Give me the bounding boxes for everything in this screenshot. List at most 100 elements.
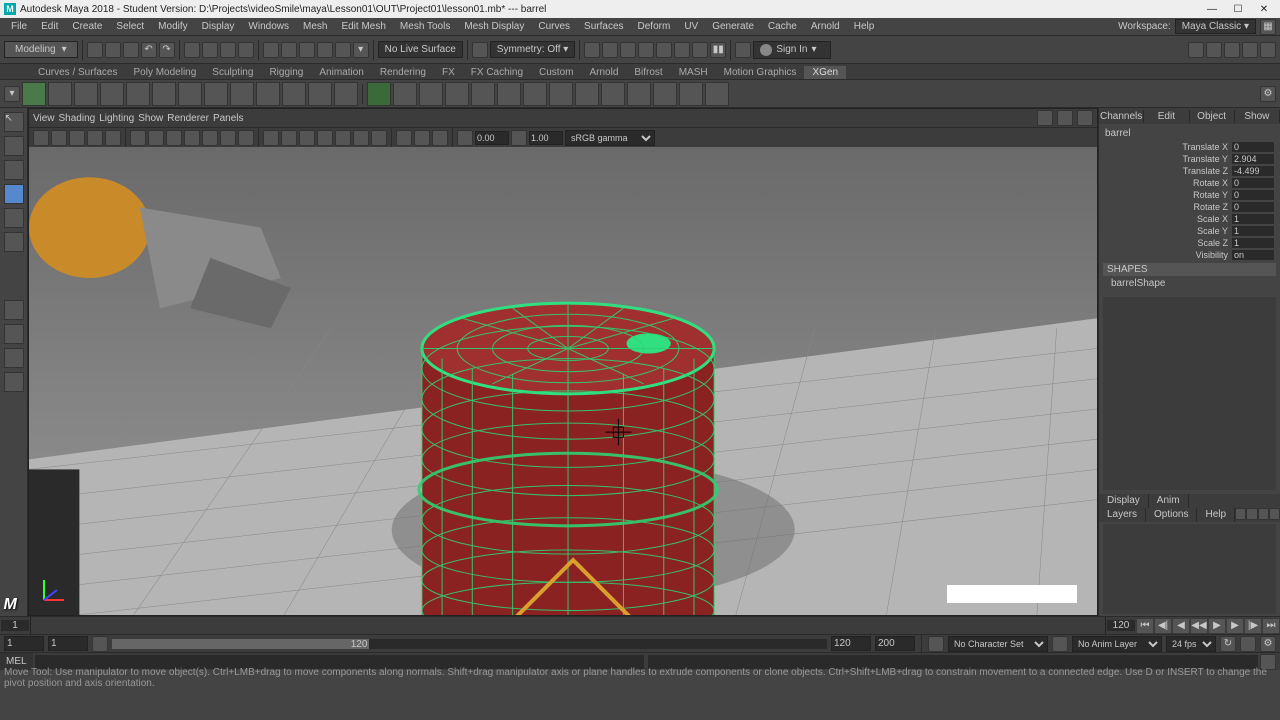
menu-meshtools[interactable]: Mesh Tools [393,19,457,34]
toolbox-toggle-icon[interactable] [1188,42,1204,58]
layout-two-icon[interactable] [4,348,24,368]
shelf-icon-21[interactable] [549,82,573,106]
timeline-start[interactable]: 1 [1,620,29,631]
layout-outliner-icon[interactable] [4,372,24,392]
shelf-icon-24[interactable] [627,82,651,106]
shelf-icon-8[interactable] [204,82,228,106]
ltab-help[interactable]: Help [1197,508,1235,522]
symmetry-selector[interactable]: Symmetry: Off ▾ [490,41,576,58]
minimize-button[interactable]: — [1200,2,1224,16]
tab-fxcaching[interactable]: FX Caching [463,66,531,79]
tool-settings-toggle-icon[interactable] [1260,42,1276,58]
ltab-anim[interactable]: Anim [1149,494,1189,508]
menu-windows[interactable]: Windows [241,19,296,34]
ltab-options[interactable]: Options [1146,508,1197,522]
sy-field[interactable]: 1 [1232,226,1274,236]
range-start-field-2[interactable] [48,636,88,651]
menu-surfaces[interactable]: Surfaces [577,19,630,34]
range-start-field[interactable] [4,636,44,651]
render-setup-icon[interactable] [692,42,708,58]
layer-icon-2[interactable] [1246,508,1257,520]
menu-file[interactable]: File [4,19,34,34]
shelf-icon-18[interactable] [471,82,495,106]
shelf-icon-19[interactable] [497,82,521,106]
tab-polymodeling[interactable]: Poly Modeling [125,66,204,79]
step-back-key-icon[interactable]: ◀| [1155,619,1171,633]
snap-curve-icon[interactable] [281,42,297,58]
tab-xgen[interactable]: XGen [804,66,846,79]
time-slider[interactable]: 1 120 ⏮ ◀| ◀ ◀◀ ▶ ▶ |▶ ⏭ [0,616,1280,634]
safe-action-icon[interactable] [220,130,236,146]
panel-menu-show[interactable]: Show [138,113,163,124]
ao-icon[interactable] [353,130,369,146]
viewport[interactable] [29,147,1097,615]
loop-icon[interactable]: ↻ [1220,636,1236,652]
shelf-icon-17[interactable] [445,82,469,106]
xray-icon[interactable] [414,130,430,146]
maximize-button[interactable]: ☐ [1226,2,1250,16]
shelf-icon-15[interactable] [393,82,417,106]
safe-title-icon[interactable] [238,130,254,146]
sidebar-toggle-icon[interactable]: ▦ [1260,19,1276,35]
shelf-icon-7[interactable] [178,82,202,106]
menu-help[interactable]: Help [847,19,882,34]
select-tool-icon[interactable]: ↖ [4,112,24,132]
redo-icon[interactable]: ↷ [159,42,175,58]
tab-bifrost[interactable]: Bifrost [626,66,670,79]
shelf-icon-22[interactable] [575,82,599,106]
wireframe-icon[interactable] [263,130,279,146]
shelf-options-icon[interactable]: ⚙ [1260,86,1276,102]
tab-fx[interactable]: FX [434,66,463,79]
panel-layout-icon[interactable] [735,42,751,58]
paint-tool-icon[interactable] [4,160,24,180]
scale-tool-icon[interactable] [4,232,24,252]
lasso-tool-icon[interactable] [4,136,24,156]
autokey-icon[interactable] [1240,636,1256,652]
play-back-icon[interactable]: ◀◀ [1191,619,1207,633]
shelf-icon-1[interactable] [22,82,46,106]
ty-field[interactable]: 2.904 [1232,154,1274,164]
motionblur-icon[interactable] [371,130,387,146]
shelf-icon-26[interactable] [679,82,703,106]
panel-menu-shading[interactable]: Shading [59,113,96,124]
shelf-icon-2[interactable] [48,82,72,106]
film-gate-icon[interactable] [148,130,164,146]
grease-pencil-icon[interactable] [105,130,121,146]
channelbox-toggle-icon[interactable] [1206,42,1222,58]
shelf-icon-16[interactable] [419,82,443,106]
save-scene-icon[interactable] [123,42,139,58]
rz-field[interactable]: 0 [1232,202,1274,212]
snap-grid-icon[interactable] [263,42,279,58]
shelf-icon-25[interactable] [653,82,677,106]
attribute-editor-toggle-icon[interactable] [1224,42,1240,58]
shelf-icon-10[interactable] [256,82,280,106]
snap-live-icon[interactable] [335,42,351,58]
tab-custom[interactable]: Custom [531,66,581,79]
menuset-selector[interactable]: Modeling ▾ [4,41,78,58]
go-start-icon[interactable]: ⏮ [1137,619,1153,633]
layout-single-icon[interactable] [4,300,24,320]
workspace-selector[interactable]: Maya Classic ▾ [1175,19,1256,34]
tz-field[interactable]: -4.499 [1232,166,1274,176]
exposure-icon[interactable] [457,130,473,146]
menu-select[interactable]: Select [109,19,151,34]
tab-motiongraphics[interactable]: Motion Graphics [716,66,805,79]
shelf-icon-5[interactable] [126,82,150,106]
layer-icon-3[interactable] [1258,508,1269,520]
range-total-field[interactable] [875,636,915,651]
gamma-icon[interactable] [511,130,527,146]
shape-name[interactable]: barrelShape [1103,276,1276,291]
image-plane-icon[interactable] [69,130,85,146]
shelf-icon-4[interactable] [100,82,124,106]
prefs-icon[interactable]: ⚙ [1260,636,1276,652]
menu-mesh[interactable]: Mesh [296,19,334,34]
live-surface-label[interactable]: No Live Surface [378,41,463,58]
play-forward-icon[interactable]: ▶ [1209,619,1225,633]
snap-plane-icon[interactable] [317,42,333,58]
field-chart-icon[interactable] [202,130,218,146]
shelf-icon-23[interactable] [601,82,625,106]
isolate-icon[interactable] [396,130,412,146]
tab-rigging[interactable]: Rigging [261,66,311,79]
camera-select-icon[interactable] [33,130,49,146]
ctab-edit[interactable]: Edit [1144,110,1189,123]
